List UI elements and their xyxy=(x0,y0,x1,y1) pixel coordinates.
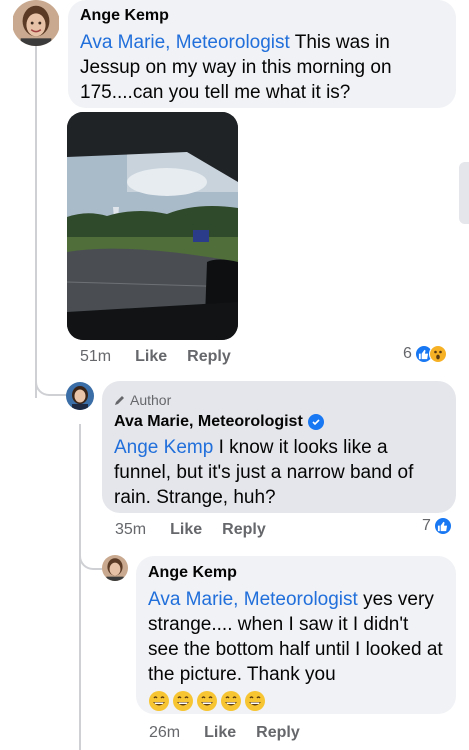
avatar[interactable] xyxy=(102,555,128,581)
reply-button[interactable]: Reply xyxy=(256,724,300,742)
comment-time[interactable]: 51m xyxy=(80,348,111,366)
comment-time[interactable]: 26m xyxy=(149,724,180,742)
avatar-ange-kemp-icon xyxy=(13,0,59,46)
thread-connector-nested xyxy=(79,520,103,570)
comment-bubble: Ange Kemp Ava Marie, Meteorologist yes v… xyxy=(136,556,456,714)
comment-bubble: Ange Kemp Ava Marie, Meteorologist This … xyxy=(68,0,456,108)
grinning-face-icon xyxy=(221,691,241,711)
like-button[interactable]: Like xyxy=(135,348,167,366)
avatar-ange-kemp-icon xyxy=(102,555,128,581)
comment-text: Ava Marie, Meteorologist This was in Jes… xyxy=(80,30,444,105)
reply-button[interactable]: Reply xyxy=(222,521,266,539)
attached-photo[interactable] xyxy=(67,112,238,340)
reaction-summary[interactable]: 7 xyxy=(422,517,452,535)
grinning-face-icon xyxy=(197,691,217,711)
pencil-icon xyxy=(115,396,124,405)
thread-connector xyxy=(35,330,69,396)
mention-link[interactable]: Ange Kemp xyxy=(114,437,213,458)
wow-icon xyxy=(428,345,447,363)
verified-badge-icon xyxy=(307,414,324,430)
avatar[interactable] xyxy=(66,382,94,410)
comment-actions: 26m Like Reply xyxy=(149,724,300,742)
comment-text: Ava Marie, Meteorologist yes very strang… xyxy=(148,587,444,687)
grinning-face-icon xyxy=(245,691,265,711)
comment-author-row: Ava Marie, Meteorologist xyxy=(114,412,444,432)
thread-line-reply xyxy=(79,424,81,750)
comment-time[interactable]: 35m xyxy=(115,521,146,539)
avatar-ava-marie-icon xyxy=(66,382,94,410)
comment-author[interactable]: Ange Kemp xyxy=(148,563,444,583)
mention-link[interactable]: Ava Marie, Meteorologist xyxy=(80,32,290,53)
grinning-face-icon xyxy=(173,691,193,711)
funnel-cloud-photo xyxy=(67,112,238,340)
comment-text: Ange Kemp I know it looks like a funnel,… xyxy=(114,435,444,510)
comment-author[interactable]: Ava Marie, Meteorologist xyxy=(114,412,303,432)
like-button[interactable]: Like xyxy=(170,521,202,539)
reaction-summary[interactable]: 6 xyxy=(403,345,447,363)
comment-actions: 51m Like Reply xyxy=(80,348,231,366)
reply-button[interactable]: Reply xyxy=(187,348,231,366)
comment-bubble: Author Ava Marie, Meteorologist Ange Kem… xyxy=(102,381,456,513)
comment-author[interactable]: Ange Kemp xyxy=(80,6,444,26)
reaction-count: 7 xyxy=(422,517,431,534)
scrollbar[interactable] xyxy=(459,162,469,224)
like-button[interactable]: Like xyxy=(204,724,236,742)
mention-link[interactable]: Ava Marie, Meteorologist xyxy=(148,589,358,610)
author-badge: Author xyxy=(114,391,444,409)
author-badge-label: Author xyxy=(130,392,172,408)
avatar[interactable] xyxy=(12,0,60,46)
reaction-count: 6 xyxy=(403,345,412,362)
emoji-row xyxy=(148,690,444,712)
grinning-face-icon xyxy=(149,691,169,711)
comment-actions: 35m Like Reply xyxy=(115,521,266,539)
like-icon xyxy=(433,517,452,535)
